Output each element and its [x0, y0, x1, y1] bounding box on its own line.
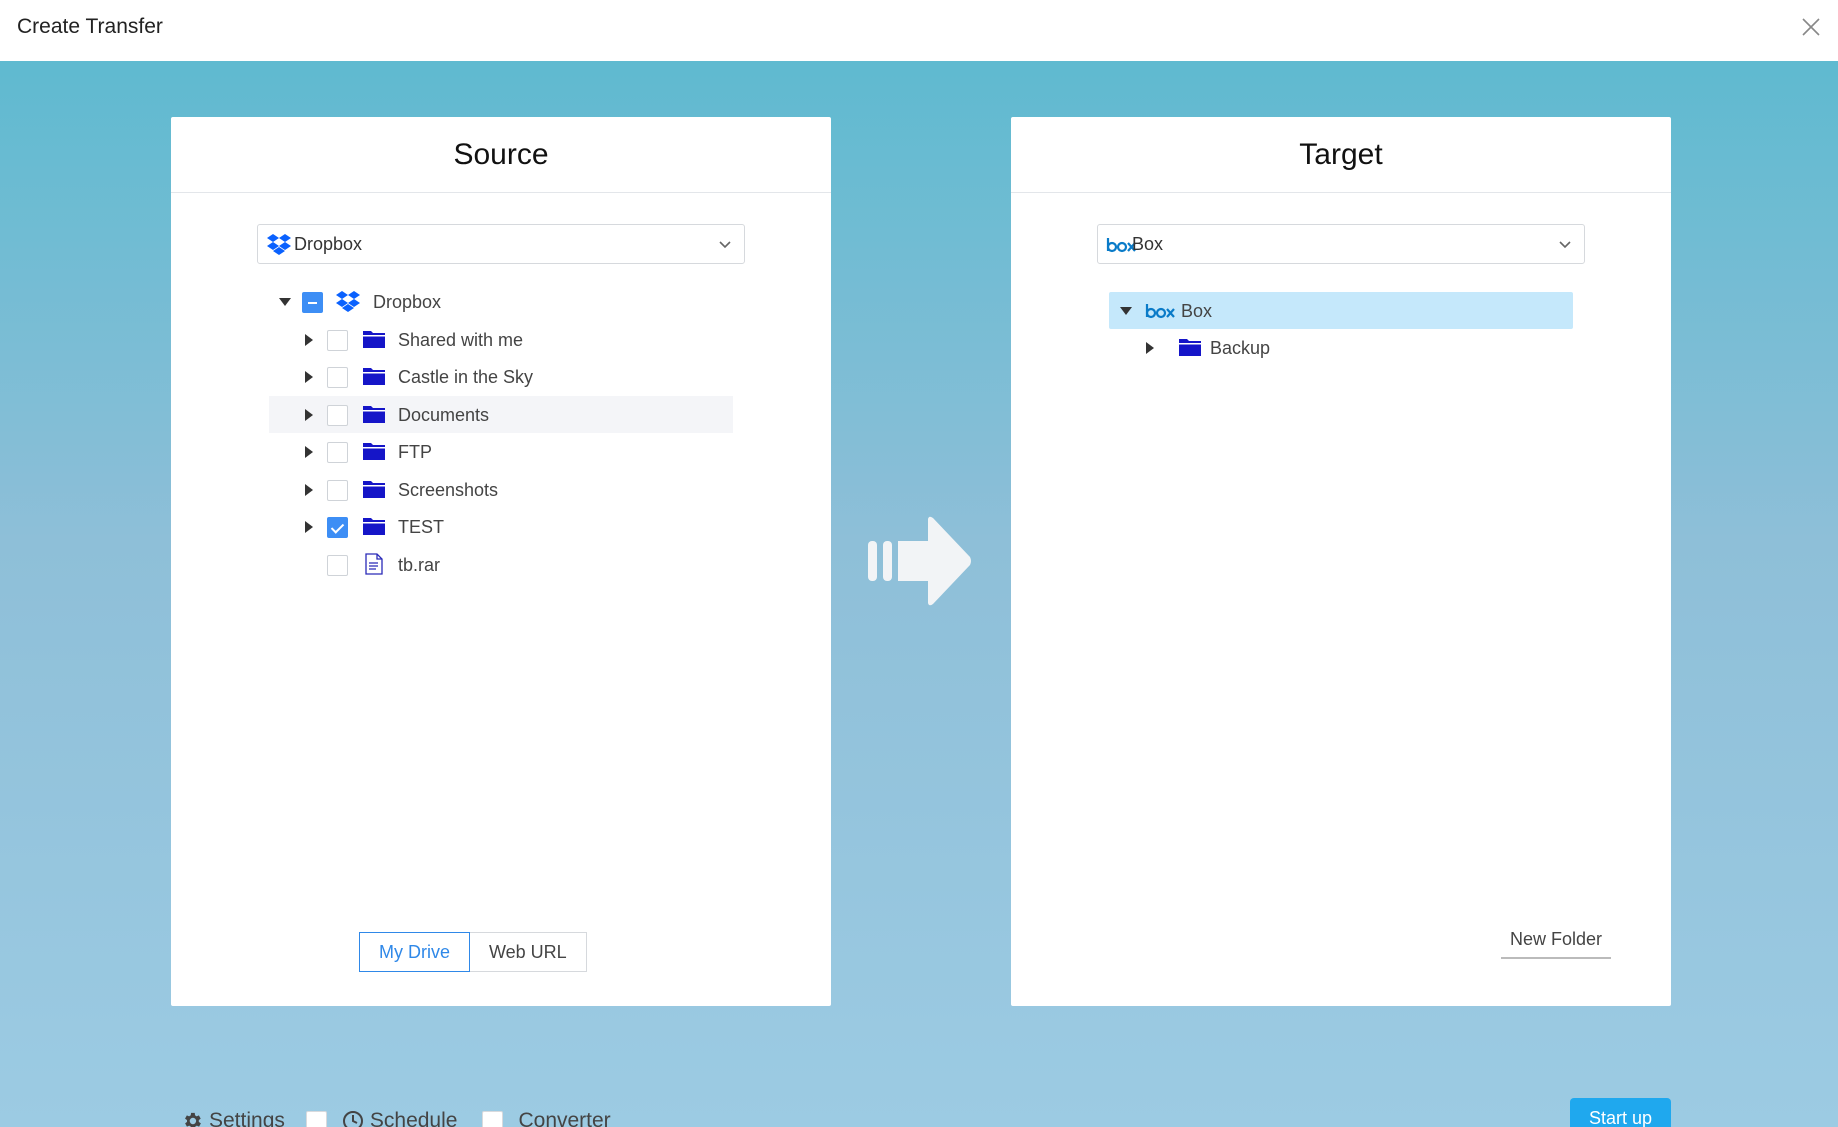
target-service-label: Box	[1132, 234, 1164, 254]
new-folder-button[interactable]: New Folder	[1501, 925, 1611, 959]
tree-root-dropbox[interactable]: Dropbox	[269, 283, 733, 321]
transfer-arrow-icon	[868, 516, 971, 606]
gear-icon	[185, 1112, 201, 1127]
item-checkbox[interactable]	[327, 367, 348, 388]
item-checkbox[interactable]	[327, 329, 348, 351]
expand-icon[interactable]	[305, 483, 313, 496]
tree-item-label: tb.rar	[398, 554, 441, 575]
settings-label: Settings	[209, 1109, 285, 1127]
item-checkbox[interactable]	[327, 479, 348, 501]
schedule-label: Schedule	[369, 1109, 458, 1127]
expand-icon[interactable]	[305, 408, 313, 421]
chevron-down-icon	[1559, 241, 1571, 249]
collapse-icon[interactable]	[1120, 307, 1132, 315]
close-icon[interactable]	[1800, 16, 1822, 38]
folder-icon	[363, 518, 385, 535]
start-up-button[interactable]: Start up	[1570, 1098, 1671, 1127]
box-icon	[1145, 304, 1175, 319]
source-header: Source	[171, 117, 831, 193]
tab-web-url[interactable]: Web URL	[470, 932, 587, 972]
folder-icon	[363, 330, 385, 348]
tree-item-label: Backup	[1210, 338, 1271, 358]
tree-item-label: Screenshots	[398, 479, 499, 500]
tree-item[interactable]: Castle in the Sky	[269, 358, 733, 396]
title-bar: Create Transfer	[0, 0, 1838, 61]
target-tree: Box Backup	[1109, 292, 1573, 367]
tree-item[interactable]: Backup	[1109, 329, 1573, 367]
converter-label: Converter	[518, 1109, 611, 1127]
converter-checkbox[interactable]	[482, 1110, 504, 1127]
bottom-options: Settings Schedule Converter	[181, 1104, 611, 1127]
tree-item-label: Castle in the Sky	[398, 367, 534, 387]
tab-my-drive[interactable]: My Drive	[359, 932, 470, 972]
tree-item-label: FTP	[398, 442, 432, 462]
expand-icon[interactable]	[305, 333, 313, 346]
folder-icon	[363, 368, 385, 385]
expand-icon[interactable]	[305, 446, 313, 458]
root-checkbox[interactable]	[302, 292, 323, 313]
target-panel: Target Box Box Backup New Folder	[1011, 117, 1671, 1006]
source-mode-tabs: My Drive Web URL	[359, 932, 587, 972]
folder-icon	[363, 443, 385, 460]
item-checkbox[interactable]	[327, 442, 348, 463]
tree-item[interactable]: Documents	[269, 395, 733, 433]
tree-item-label: Shared with me	[398, 329, 524, 350]
folder-icon	[1179, 339, 1201, 356]
tree-item-label: Dropbox	[373, 292, 442, 312]
dropbox-icon	[336, 291, 360, 312]
expand-icon[interactable]	[305, 521, 313, 533]
window-title: Create Transfer	[17, 15, 163, 38]
folder-icon	[363, 480, 385, 498]
tree-item[interactable]: tb.rar	[269, 546, 733, 584]
clock-icon	[342, 1111, 363, 1127]
source-service-label: Dropbox	[294, 234, 363, 254]
tree-root-box[interactable]: Box	[1109, 292, 1573, 329]
tree-item-label: TEST	[398, 517, 445, 537]
dropbox-logo-icon	[267, 234, 291, 255]
item-checkbox[interactable]	[327, 404, 348, 426]
schedule-option[interactable]: Schedule	[342, 1109, 458, 1127]
file-icon	[365, 552, 383, 575]
source-service-select[interactable]: Dropbox	[257, 224, 745, 264]
tree-item[interactable]: TEST	[269, 508, 733, 546]
transfer-stage: Source Dropbox Dropbox Shared with me Ca…	[0, 61, 1838, 1127]
item-checkbox[interactable]	[327, 517, 348, 538]
tree-item[interactable]: Shared with me	[269, 321, 733, 359]
tree-item[interactable]: FTP	[269, 433, 733, 471]
expand-icon[interactable]	[305, 371, 313, 383]
settings-button[interactable]: Settings	[181, 1109, 285, 1127]
source-tree: Dropbox Shared with me Castle in the Sky…	[269, 283, 733, 583]
folder-icon	[363, 405, 385, 423]
tree-item-label: Documents	[398, 404, 490, 425]
tree-item-label: Box	[1181, 301, 1213, 321]
tree-item[interactable]: Screenshots	[269, 471, 733, 509]
schedule-checkbox[interactable]	[305, 1110, 327, 1127]
chevron-down-icon	[719, 241, 731, 249]
collapse-icon[interactable]	[279, 298, 291, 306]
source-panel: Source Dropbox Dropbox Shared with me Ca…	[171, 117, 831, 1006]
expand-icon[interactable]	[1146, 342, 1154, 354]
item-checkbox[interactable]	[327, 554, 348, 576]
target-header: Target	[1011, 117, 1671, 193]
target-service-select[interactable]: Box	[1097, 224, 1585, 264]
